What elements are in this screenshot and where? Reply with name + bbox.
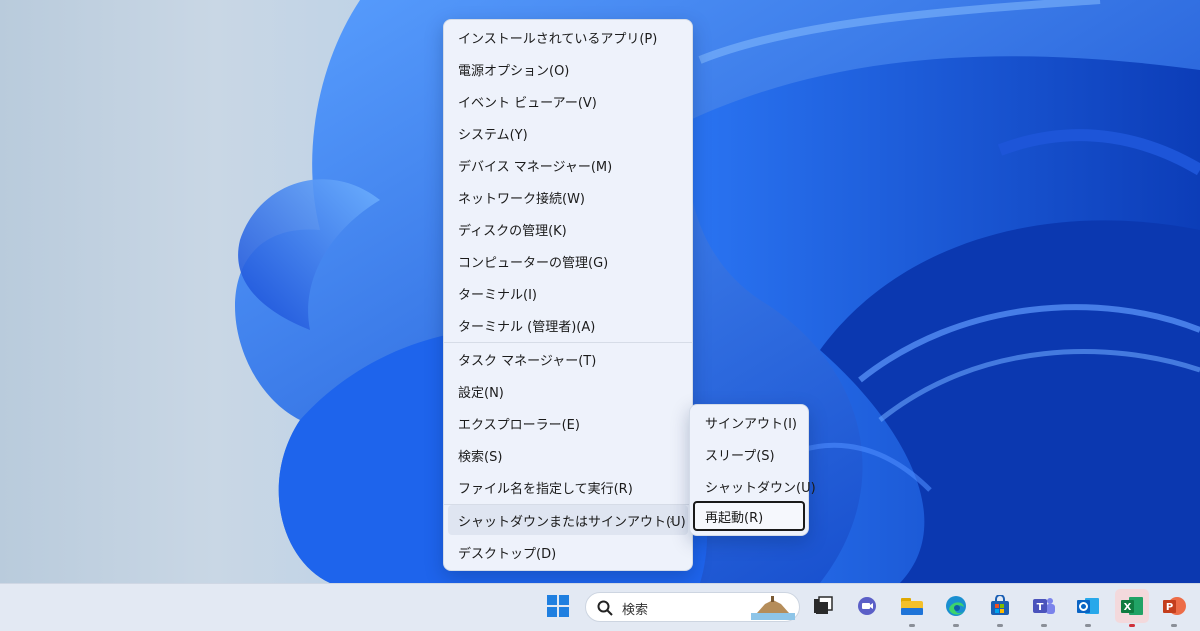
running-indicator	[1171, 624, 1177, 627]
svg-text:P: P	[1166, 602, 1173, 613]
menu-item-desktop[interactable]: デスクトップ(D)	[448, 537, 688, 567]
active-indicator	[1129, 624, 1135, 627]
search-placeholder: 検索	[622, 603, 649, 618]
menu-item-label: ターミナル (管理者)(A)	[458, 319, 596, 335]
menu-item-label: エクスプローラー(E)	[458, 417, 580, 433]
menu-item-label: ネットワーク接続(W)	[458, 191, 585, 207]
menu-item-disk-management[interactable]: ディスクの管理(K)	[448, 214, 688, 244]
submenu-item-label: シャットダウン(U)	[705, 480, 816, 496]
menu-item-label: デバイス マネージャー(M)	[458, 159, 613, 175]
menu-item-power-options[interactable]: 電源オプション(O)	[448, 54, 688, 84]
submenu-item-sign-out[interactable]: サインアウト(I)	[693, 407, 805, 437]
edge-icon[interactable]	[941, 591, 971, 627]
search-highlight-icon	[751, 596, 795, 620]
search-icon	[597, 600, 613, 616]
menu-item-installed-apps[interactable]: インストールされているアプリ(P)	[448, 22, 688, 52]
menu-item-terminal[interactable]: ターミナル(I)	[448, 278, 688, 308]
teams-icon[interactable]: T	[1029, 591, 1059, 627]
menu-item-shutdown-or-signout[interactable]: シャットダウンまたはサインアウト(U) ›	[448, 505, 688, 535]
submenu-item-label: スリープ(S)	[705, 448, 775, 464]
submenu-item-restart[interactable]: 再起動(R)	[693, 501, 805, 531]
menu-item-label: 検索(S)	[458, 449, 503, 465]
menu-item-terminal-admin[interactable]: ターミナル (管理者)(A)	[448, 310, 688, 340]
menu-item-label: デスクトップ(D)	[458, 546, 557, 562]
menu-item-file-explorer[interactable]: エクスプローラー(E)	[448, 408, 688, 438]
running-indicator	[997, 624, 1003, 627]
menu-item-label: インストールされているアプリ(P)	[458, 31, 658, 47]
svg-text:X: X	[1124, 602, 1132, 613]
running-indicator	[909, 624, 915, 627]
menu-separator	[444, 342, 692, 343]
menu-item-event-viewer[interactable]: イベント ビューアー(V)	[448, 86, 688, 116]
submenu-item-label: 再起動(R)	[705, 510, 764, 526]
submenu-item-shut-down[interactable]: シャットダウン(U)	[693, 471, 816, 501]
menu-item-label: タスク マネージャー(T)	[458, 353, 597, 369]
menu-item-settings[interactable]: 設定(N)	[448, 376, 688, 406]
outlook-icon[interactable]	[1073, 591, 1103, 627]
chevron-right-icon: ›	[669, 513, 674, 527]
menu-item-task-manager[interactable]: タスク マネージャー(T)	[448, 344, 688, 374]
menu-item-label: ファイル名を指定して実行(R)	[458, 481, 633, 497]
menu-item-label: ターミナル(I)	[458, 287, 537, 303]
task-view-icon[interactable]	[808, 591, 838, 621]
svg-text:T: T	[1037, 602, 1044, 613]
running-indicator	[1041, 624, 1047, 627]
shutdown-submenu: サインアウト(I) スリープ(S) シャットダウン(U) 再起動(R)	[689, 404, 816, 536]
taskbar-search-box[interactable]: 検索	[585, 592, 800, 622]
windows-start-icon[interactable]	[543, 591, 573, 621]
menu-item-label: ディスクの管理(K)	[458, 223, 567, 239]
menu-item-run[interactable]: ファイル名を指定して実行(R)	[448, 472, 688, 502]
excel-icon[interactable]: X	[1115, 589, 1149, 627]
running-indicator	[953, 624, 959, 627]
powerpoint-icon[interactable]: P	[1159, 591, 1189, 627]
menu-item-label: コンピューターの管理(G)	[458, 255, 609, 271]
menu-item-label: 設定(N)	[458, 385, 504, 401]
submenu-item-label: サインアウト(I)	[705, 416, 797, 432]
menu-item-label: 電源オプション(O)	[458, 63, 570, 79]
menu-item-system[interactable]: システム(Y)	[448, 118, 688, 148]
menu-item-label: シャットダウンまたはサインアウト(U)	[458, 514, 686, 530]
submenu-item-sleep[interactable]: スリープ(S)	[693, 439, 805, 469]
menu-item-computer-management[interactable]: コンピューターの管理(G)	[448, 246, 688, 276]
store-icon[interactable]	[985, 591, 1015, 627]
menu-item-network-connections[interactable]: ネットワーク接続(W)	[448, 182, 688, 212]
winx-context-menu: インストールされているアプリ(P) 電源オプション(O) イベント ビューアー(…	[443, 19, 693, 571]
file-explorer-icon[interactable]	[897, 591, 927, 627]
running-indicator	[1085, 624, 1091, 627]
chat-icon[interactable]	[852, 591, 882, 621]
menu-item-device-manager[interactable]: デバイス マネージャー(M)	[448, 150, 688, 180]
menu-item-label: システム(Y)	[458, 127, 528, 143]
menu-item-label: イベント ビューアー(V)	[458, 95, 597, 111]
menu-item-search[interactable]: 検索(S)	[448, 440, 688, 470]
